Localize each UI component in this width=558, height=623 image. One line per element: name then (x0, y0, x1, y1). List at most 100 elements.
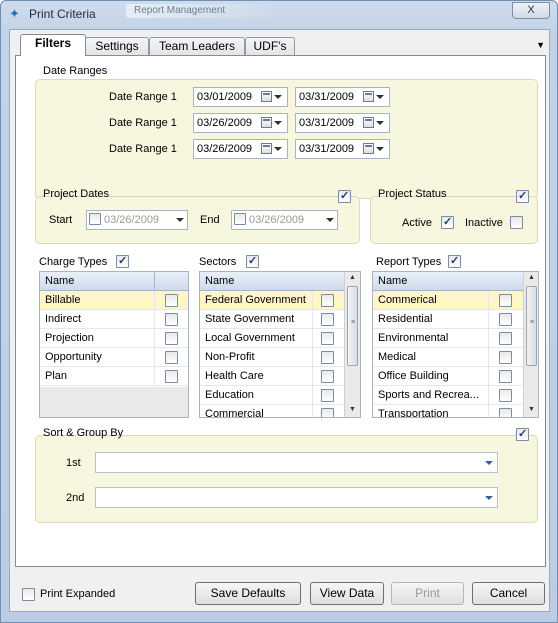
print-expanded-checkbox[interactable] (22, 588, 35, 601)
tab-filters[interactable]: Filters (20, 34, 86, 56)
charge-type-row[interactable]: Opportunity (40, 348, 188, 367)
report-type-row[interactable]: Environmental (373, 329, 523, 348)
sectors-scrollbar[interactable]: ▲ ≡ ▼ (344, 272, 360, 417)
sort-group-checkbox[interactable] (516, 427, 529, 441)
grip-icon: ≡ (530, 319, 535, 326)
print-button[interactable]: Print (391, 582, 464, 605)
report-types-checkbox[interactable] (448, 254, 461, 268)
calendar-icon[interactable] (261, 91, 272, 102)
cell-divider (154, 348, 155, 367)
row-checkbox[interactable] (499, 351, 512, 364)
date-range-2-to[interactable]: 03/31/2009 (295, 113, 390, 133)
dropdown-arrow-icon[interactable] (376, 121, 384, 125)
report-type-row[interactable]: Medical (373, 348, 523, 367)
name-column-header[interactable]: Name (378, 275, 407, 287)
project-dates-checkbox[interactable] (338, 189, 351, 203)
date-range-3-to[interactable]: 03/31/2009 (295, 139, 390, 159)
row-checkbox[interactable] (165, 294, 178, 307)
sector-row[interactable]: Federal Government (200, 291, 344, 310)
sector-row[interactable]: Local Government (200, 329, 344, 348)
date-range-1-to[interactable]: 03/31/2009 (295, 87, 390, 107)
sectors-checkbox[interactable] (246, 254, 259, 268)
row-checkbox[interactable] (165, 313, 178, 326)
row-checkbox[interactable] (499, 313, 512, 326)
report-type-row[interactable]: Commerical (373, 291, 523, 310)
view-data-button[interactable]: View Data (310, 582, 384, 605)
calendar-icon[interactable] (363, 117, 374, 128)
tab-list-dropdown-icon[interactable]: ▼ (536, 40, 545, 50)
report-type-row[interactable]: Residential (373, 310, 523, 329)
charge-type-row[interactable]: Projection (40, 329, 188, 348)
charge-type-row[interactable]: Plan (40, 367, 188, 386)
row-checkbox[interactable] (499, 294, 512, 307)
start-date-field[interactable]: 03/26/2009 (86, 210, 188, 230)
active-checkbox[interactable] (441, 215, 454, 229)
dropdown-arrow-icon[interactable] (274, 95, 282, 99)
dropdown-arrow-icon[interactable] (482, 489, 496, 506)
dropdown-arrow-icon[interactable] (326, 218, 334, 222)
end-date-field[interactable]: 03/26/2009 (231, 210, 338, 230)
row-checkbox[interactable] (321, 294, 334, 307)
date-value: 03/01/2009 (197, 91, 253, 103)
dropdown-arrow-icon[interactable] (274, 147, 282, 151)
calendar-icon[interactable] (363, 143, 374, 154)
row-checkbox[interactable] (499, 370, 512, 383)
row-checkbox[interactable] (499, 332, 512, 345)
dropdown-arrow-icon[interactable] (176, 218, 184, 222)
cell-divider (312, 291, 313, 310)
report-type-row[interactable]: Transportation (373, 405, 523, 417)
second-sort-combo[interactable] (95, 487, 498, 508)
name-column-header[interactable]: Name (205, 275, 234, 287)
row-checkbox[interactable] (499, 408, 512, 417)
report-types-scrollbar[interactable]: ▲ ≡ ▼ (523, 272, 538, 417)
dropdown-arrow-icon[interactable] (376, 95, 384, 99)
row-checkbox[interactable] (321, 332, 334, 345)
scroll-thumb[interactable]: ≡ (526, 286, 537, 366)
scroll-down-icon[interactable]: ▼ (528, 406, 535, 413)
sector-row[interactable]: Education (200, 386, 344, 405)
save-defaults-button[interactable]: Save Defaults (195, 582, 301, 605)
report-type-row[interactable]: Sports and Recrea... (373, 386, 523, 405)
scroll-down-icon[interactable]: ▼ (349, 406, 356, 413)
sector-row[interactable]: Non-Profit (200, 348, 344, 367)
dropdown-arrow-icon[interactable] (376, 147, 384, 151)
calendar-icon[interactable] (261, 117, 272, 128)
calendar-icon[interactable] (261, 143, 272, 154)
charge-type-row[interactable]: Indirect (40, 310, 188, 329)
row-checkbox[interactable] (321, 408, 334, 417)
start-date-checkbox[interactable] (89, 213, 101, 225)
close-button[interactable]: X (512, 2, 550, 19)
sector-row[interactable]: State Government (200, 310, 344, 329)
row-checkbox[interactable] (165, 332, 178, 345)
row-checkbox[interactable] (321, 370, 334, 383)
calendar-icon[interactable] (363, 91, 374, 102)
charge-types-checkbox[interactable] (116, 254, 129, 268)
date-range-1-from[interactable]: 03/01/2009 (193, 87, 288, 107)
inactive-checkbox[interactable] (510, 216, 523, 229)
sector-row[interactable]: Commercial (200, 405, 344, 417)
project-status-checkbox[interactable] (516, 189, 529, 203)
tab-team-leaders[interactable]: Team Leaders (149, 37, 245, 56)
scroll-up-icon[interactable]: ▲ (528, 274, 535, 281)
sector-row[interactable]: Health Care (200, 367, 344, 386)
tab-settings[interactable]: Settings (85, 37, 149, 56)
dropdown-arrow-icon[interactable] (482, 454, 496, 471)
date-range-2-from[interactable]: 03/26/2009 (193, 113, 288, 133)
row-checkbox[interactable] (165, 370, 178, 383)
row-checkbox[interactable] (321, 389, 334, 402)
row-checkbox[interactable] (321, 351, 334, 364)
date-range-3-from[interactable]: 03/26/2009 (193, 139, 288, 159)
first-sort-combo[interactable] (95, 452, 498, 473)
dropdown-arrow-icon[interactable] (274, 121, 282, 125)
row-checkbox[interactable] (165, 351, 178, 364)
report-type-row[interactable]: Office Building (373, 367, 523, 386)
row-checkbox[interactable] (499, 389, 512, 402)
end-date-checkbox[interactable] (234, 213, 246, 225)
charge-type-row[interactable]: Billable (40, 291, 188, 310)
scroll-up-icon[interactable]: ▲ (349, 274, 356, 281)
scroll-thumb[interactable]: ≡ (347, 286, 358, 366)
cancel-button[interactable]: Cancel (472, 582, 545, 605)
tab-udfs[interactable]: UDF's (245, 37, 295, 56)
name-column-header[interactable]: Name (45, 275, 74, 287)
row-checkbox[interactable] (321, 313, 334, 326)
